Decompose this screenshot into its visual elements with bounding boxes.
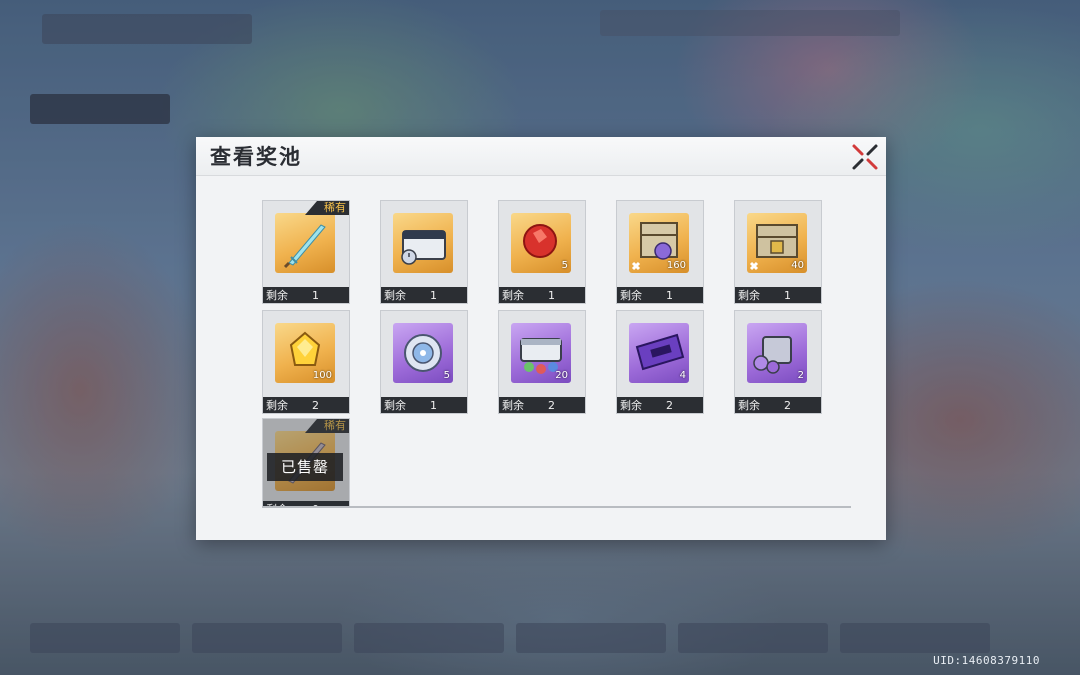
prize-item[interactable]: 5 剩余 1 [498, 200, 586, 304]
prize-icon-frame: 5 [393, 323, 453, 383]
prize-item-soldout[interactable]: 稀有 已售罄 剩余 0 [262, 418, 350, 508]
prize-item[interactable]: 40 剩余 1 [734, 200, 822, 304]
dialog-header: 查看奖池 [196, 137, 886, 176]
rare-badge: 稀有 [305, 201, 349, 215]
remain-bar: 剩余 2 [617, 397, 703, 413]
background-bottom-slot [192, 623, 342, 653]
prize-item[interactable]: 5 剩余 1 [380, 310, 468, 414]
remain-label: 剩余 [384, 399, 406, 412]
prize-icon-frame: 100 [275, 323, 335, 383]
remain-count: 1 [548, 288, 555, 302]
uid-label: UID:14608379110 [933, 654, 1040, 667]
background-bottom-slot [516, 623, 666, 653]
remain-count: 2 [312, 398, 319, 412]
remain-label: 剩余 [738, 399, 760, 412]
close-button[interactable] [848, 140, 882, 174]
prize-icon-frame [275, 213, 335, 273]
remain-label: 剩余 [266, 289, 288, 302]
remain-bar: 剩余 1 [499, 287, 585, 303]
remain-count: 1 [784, 288, 791, 302]
remain-label: 剩余 [266, 399, 288, 412]
prize-quantity: 2 [797, 370, 804, 381]
remain-count: 1 [312, 288, 319, 302]
close-icon [852, 144, 878, 170]
prize-pool-dialog: 查看奖池 稀有 剩余 1 剩余 1 5 剩余 1 160 剩余 1 40 剩余 … [196, 137, 886, 540]
supply-box-icon [401, 230, 446, 265]
remain-label: 剩余 [620, 399, 642, 412]
background-bottom-slot [840, 623, 990, 653]
prize-quantity: 5 [443, 370, 450, 381]
remain-bar: 剩余 1 [617, 287, 703, 303]
prize-item[interactable]: 剩余 1 [380, 200, 468, 304]
prize-quantity: 5 [561, 260, 568, 271]
prize-icon-frame: 20 [511, 323, 571, 383]
prize-icon-frame: 4 [629, 323, 689, 383]
background-hud-left [30, 94, 170, 124]
prize-quantity: 40 [791, 260, 804, 271]
prize-quantity: 100 [312, 370, 332, 381]
background-hud-top [42, 14, 252, 44]
prize-item[interactable]: 100 剩余 2 [262, 310, 350, 414]
prize-item[interactable]: 4 剩余 2 [616, 310, 704, 414]
soldout-label: 已售罄 [267, 453, 343, 481]
scroll-bottom-divider [262, 506, 851, 508]
remain-bar: 剩余 1 [381, 287, 467, 303]
remain-count: 1 [666, 288, 673, 302]
background-bottom-slot [678, 623, 828, 653]
background-bottom-bar [30, 623, 990, 653]
remain-bar: 剩余 2 [263, 397, 349, 413]
remain-count: 2 [784, 398, 791, 412]
prize-quantity: 4 [679, 370, 686, 381]
prize-icon-frame [393, 213, 453, 273]
remain-label: 剩余 [502, 289, 524, 302]
prize-icon-frame: 40 [747, 213, 807, 273]
remain-bar: 剩余 2 [735, 397, 821, 413]
background-bottom-slot [30, 623, 180, 653]
remain-bar: 剩余 1 [735, 287, 821, 303]
prize-item[interactable]: 20 剩余 2 [498, 310, 586, 414]
remain-bar: 剩余 1 [263, 287, 349, 303]
remain-count: 1 [430, 288, 437, 302]
prize-quantity: 160 [666, 260, 686, 271]
prize-quantity: 20 [555, 370, 568, 381]
prize-item[interactable]: 稀有 剩余 1 [262, 200, 350, 304]
remain-count: 2 [666, 398, 673, 412]
remain-bar: 剩余 2 [499, 397, 585, 413]
remain-count: 1 [430, 398, 437, 412]
background-bottom-slot [354, 623, 504, 653]
prize-item[interactable]: 160 剩余 1 [616, 200, 704, 304]
prize-icon-frame: 5 [511, 213, 571, 273]
prize-icon-frame: 2 [747, 323, 807, 383]
remain-bar: 剩余 1 [381, 397, 467, 413]
remain-label: 剩余 [738, 289, 760, 302]
prize-icon-frame: 160 [629, 213, 689, 273]
remain-label: 剩余 [384, 289, 406, 302]
background-hud-right [600, 10, 900, 36]
prize-grid: 稀有 剩余 1 剩余 1 5 剩余 1 160 剩余 1 40 剩余 1 100… [262, 200, 852, 510]
remain-label: 剩余 [502, 399, 524, 412]
dialog-title: 查看奖池 [210, 145, 302, 169]
prize-item[interactable]: 2 剩余 2 [734, 310, 822, 414]
remain-count: 2 [548, 398, 555, 412]
remain-label: 剩余 [620, 289, 642, 302]
sword-icon [283, 224, 326, 269]
